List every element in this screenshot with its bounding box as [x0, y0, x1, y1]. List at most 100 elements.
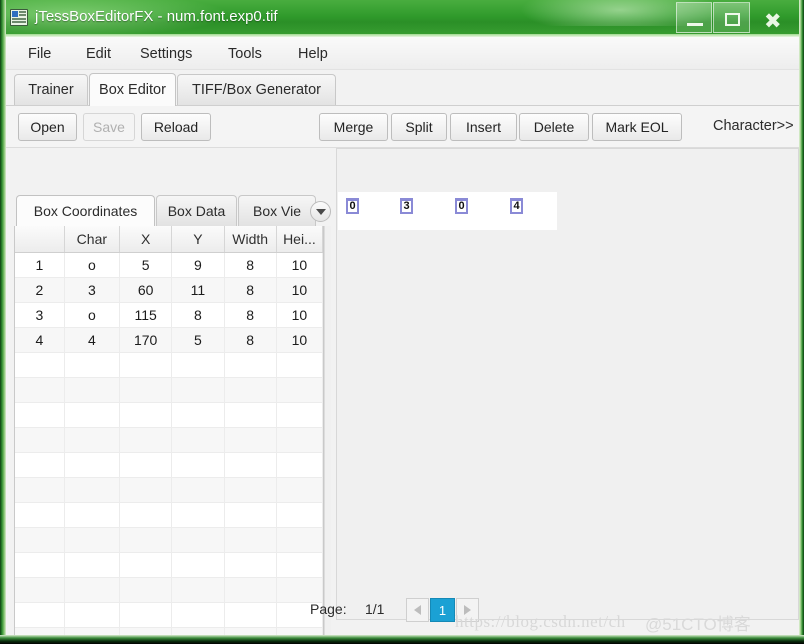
table-row[interactable]: 1 o 5 9 8 10	[15, 252, 323, 278]
cell-y: 8	[171, 302, 225, 328]
table-empty-row[interactable]	[15, 527, 323, 553]
tab-box-editor[interactable]: Box Editor	[89, 73, 176, 106]
delete-button[interactable]: Delete	[519, 113, 589, 141]
cell-empty	[276, 352, 323, 378]
cell-empty	[224, 352, 277, 378]
close-icon: ✖	[764, 10, 782, 33]
cell-empty	[15, 427, 65, 453]
column-header-height[interactable]: Hei...	[276, 226, 323, 253]
current-page-button[interactable]: 1	[430, 598, 455, 622]
cell-width: 8	[224, 277, 277, 303]
split-button[interactable]: Split	[391, 113, 447, 141]
window-border-right	[799, 0, 804, 644]
cell-empty	[224, 502, 277, 528]
subtab-box-view[interactable]: Box Vie	[238, 195, 316, 226]
close-button[interactable]: ✖	[751, 2, 795, 33]
cell-y: 9	[171, 252, 225, 278]
box-coordinates-table: Char X Y Width Hei... 1 o 5 9 8 10 2 3 6…	[15, 226, 323, 644]
cell-index: 1	[15, 252, 65, 278]
toolbar: Open Save Reload Merge Split Insert Dele…	[6, 106, 799, 148]
chevron-down-icon[interactable]	[310, 201, 331, 222]
subtab-box-data[interactable]: Box Data	[156, 195, 237, 226]
cell-height: 10	[276, 252, 323, 278]
table-empty-row[interactable]	[15, 377, 323, 403]
open-button[interactable]: Open	[18, 113, 77, 141]
cell-empty	[171, 427, 225, 453]
cell-index: 3	[15, 302, 65, 328]
menu-item-tools[interactable]: Tools	[222, 44, 268, 64]
title-bar: jTessBoxEditorFX - num.font.exp0.tif ✖	[0, 0, 804, 37]
table-vertical-scrollbar[interactable]	[324, 226, 331, 644]
cell-empty	[15, 402, 65, 428]
cell-empty	[119, 452, 173, 478]
previous-page-button[interactable]	[406, 598, 429, 622]
cell-empty	[119, 377, 173, 403]
box-glyph[interactable]: 0	[455, 198, 468, 214]
cell-empty	[15, 477, 65, 503]
cell-empty	[171, 577, 225, 603]
cell-empty	[64, 502, 121, 528]
character-expander-label[interactable]: Character>>	[713, 118, 794, 134]
cell-width: 8	[224, 327, 277, 353]
column-header-width[interactable]: Width	[224, 226, 277, 253]
table-row[interactable]: 3 o 115 8 8 10	[15, 302, 323, 328]
table-empty-row[interactable]	[15, 352, 323, 378]
cell-empty	[224, 602, 277, 628]
client-area: File Edit Settings Tools Help Trainer Bo…	[6, 37, 799, 644]
cell-width: 8	[224, 302, 277, 328]
table-empty-row[interactable]	[15, 602, 323, 628]
table-empty-row[interactable]	[15, 552, 323, 578]
tab-tiff-box-generator[interactable]: TIFF/Box Generator	[177, 74, 336, 105]
minimize-button[interactable]	[676, 2, 712, 33]
table-row[interactable]: 4 4 170 5 8 10	[15, 327, 323, 353]
box-coordinates-table-container[interactable]: Char X Y Width Hei... 1 o 5 9 8 10 2 3 6…	[14, 226, 324, 644]
minimize-icon	[687, 23, 703, 26]
subtab-box-coordinates[interactable]: Box Coordinates	[16, 195, 155, 226]
menu-item-help[interactable]: Help	[292, 44, 334, 64]
reload-button[interactable]: Reload	[141, 113, 211, 141]
column-header-index[interactable]	[15, 226, 65, 253]
insert-button[interactable]: Insert	[450, 113, 517, 141]
table-empty-row[interactable]	[15, 452, 323, 478]
column-header-char[interactable]: Char	[64, 226, 121, 253]
column-header-y[interactable]: Y	[171, 226, 225, 253]
tab-trainer[interactable]: Trainer	[14, 74, 88, 105]
table-empty-row[interactable]	[15, 502, 323, 528]
column-header-x[interactable]: X	[119, 226, 173, 253]
box-glyph[interactable]: 4	[510, 198, 523, 214]
menu-item-settings[interactable]: Settings	[134, 44, 198, 64]
mark-eol-button[interactable]: Mark EOL	[592, 113, 682, 141]
page-navigation-bar: Page: 1/1 1	[310, 598, 799, 635]
cell-empty	[171, 527, 225, 553]
window-border-bottom	[0, 635, 804, 644]
table-empty-row[interactable]	[15, 402, 323, 428]
cell-empty	[171, 402, 225, 428]
table-header-row: Char X Y Width Hei...	[15, 226, 323, 253]
application-window: jTessBoxEditorFX - num.font.exp0.tif ✖ F…	[0, 0, 804, 644]
maximize-button[interactable]	[713, 2, 750, 33]
box-coordinates-panel: Box Coordinates Box Data Box Vie Char X …	[6, 148, 331, 644]
merge-button[interactable]: Merge	[319, 113, 388, 141]
table-row[interactable]: 2 3 60 11 8 10	[15, 277, 323, 303]
cell-empty	[15, 552, 65, 578]
cell-empty	[224, 577, 277, 603]
cell-empty	[276, 577, 323, 603]
menu-item-edit[interactable]: Edit	[80, 44, 117, 64]
image-preview-panel[interactable]: 0 3 0 4	[336, 148, 799, 620]
box-glyph[interactable]: 3	[400, 198, 413, 214]
cell-empty	[224, 377, 277, 403]
menu-item-file[interactable]: File	[22, 44, 57, 64]
cell-x: 170	[119, 327, 173, 353]
next-page-button[interactable]	[456, 598, 479, 622]
table-empty-row[interactable]	[15, 477, 323, 503]
cell-empty	[15, 352, 65, 378]
window-border-left	[0, 0, 6, 644]
table-empty-row[interactable]	[15, 577, 323, 603]
table-empty-row[interactable]	[15, 427, 323, 453]
box-glyph[interactable]: 0	[346, 198, 359, 214]
cell-empty	[15, 502, 65, 528]
cell-char: o	[64, 302, 121, 328]
menu-bar: File Edit Settings Tools Help	[6, 37, 799, 70]
cell-empty	[276, 427, 323, 453]
tiff-image-canvas[interactable]: 0 3 0 4	[338, 192, 557, 230]
